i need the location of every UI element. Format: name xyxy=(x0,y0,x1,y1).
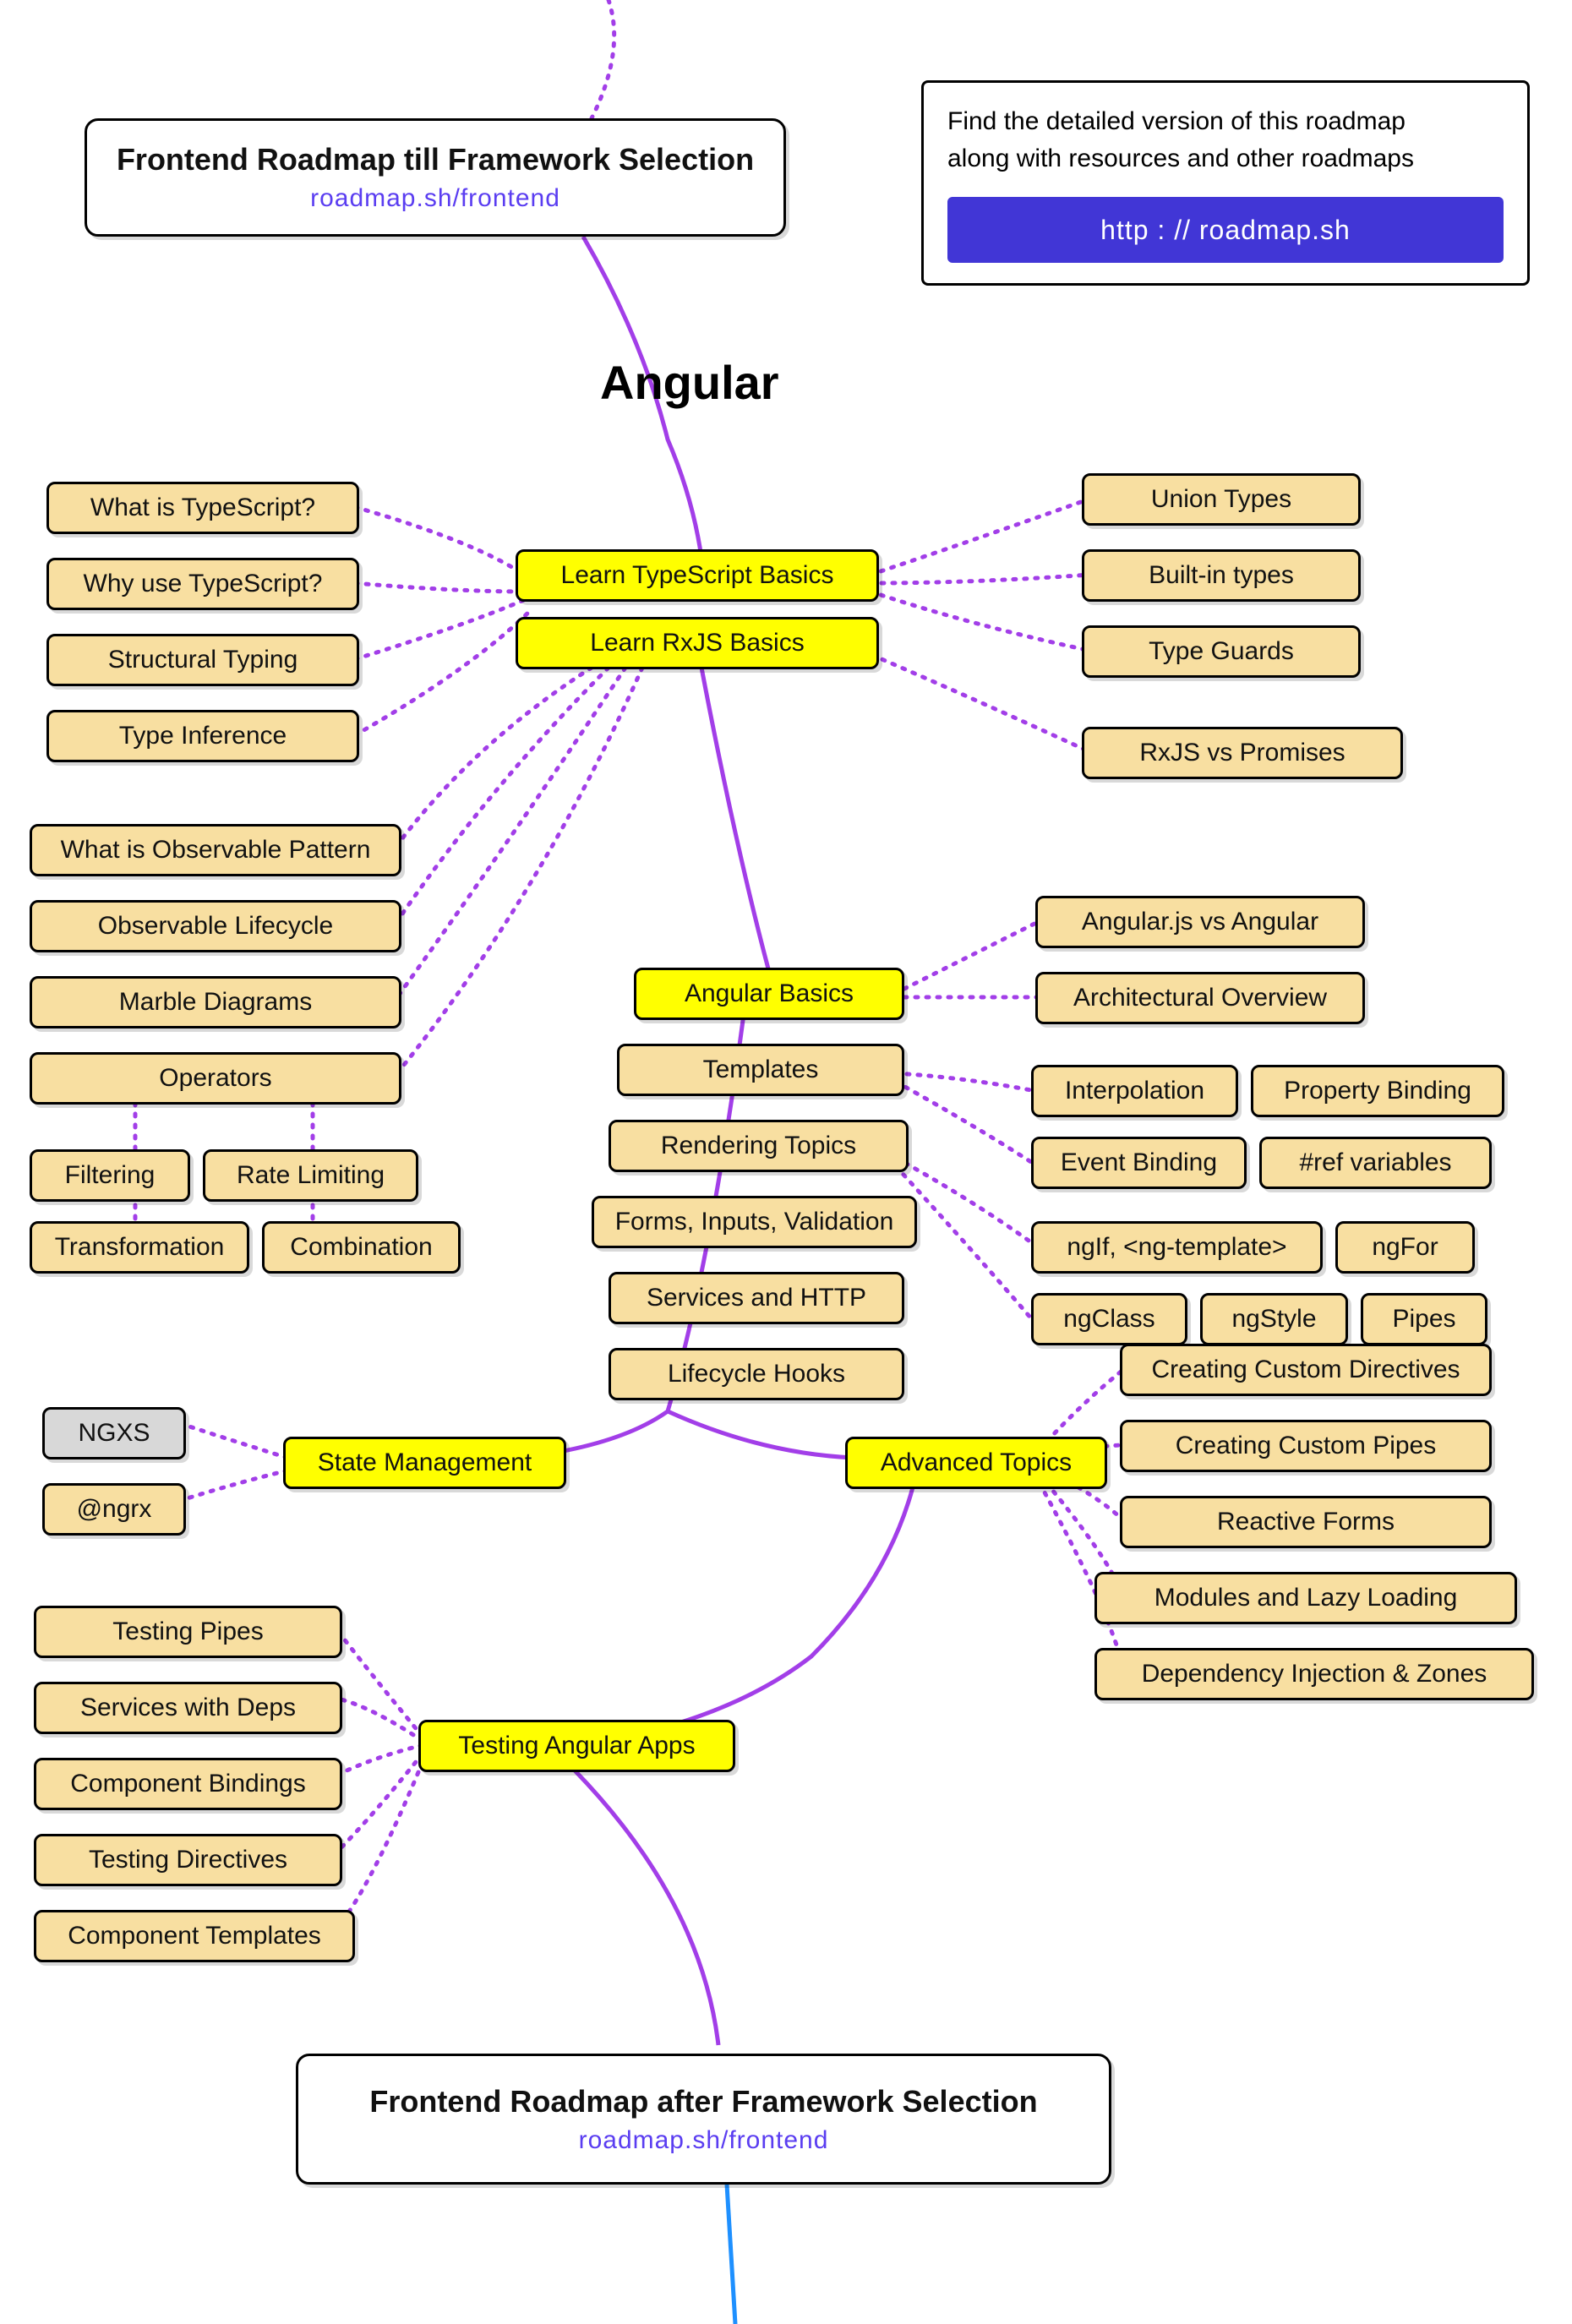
node-ts-what[interactable]: What is TypeScript? xyxy=(46,482,359,534)
node-builtin-types[interactable]: Built-in types xyxy=(1082,549,1361,602)
node-services-http[interactable]: Services and HTTP xyxy=(609,1272,904,1324)
info-line1: Find the detailed version of this roadma… xyxy=(947,103,1504,140)
node-ngxs[interactable]: NGXS xyxy=(42,1407,186,1459)
node-op-filtering[interactable]: Filtering xyxy=(30,1149,190,1202)
top-card-title: Frontend Roadmap till Framework Selectio… xyxy=(117,142,754,177)
node-angular-basics[interactable]: Angular Basics xyxy=(634,968,904,1020)
node-rxjs-basics[interactable]: Learn RxJS Basics xyxy=(516,617,879,669)
node-op-combination[interactable]: Combination xyxy=(262,1221,461,1274)
node-tpl-propbind[interactable]: Property Binding xyxy=(1251,1065,1504,1117)
bottom-link-card[interactable]: Frontend Roadmap after Framework Selecti… xyxy=(296,2054,1111,2185)
node-adv-di-zones[interactable]: Dependency Injection & Zones xyxy=(1094,1648,1534,1700)
node-rendering[interactable]: Rendering Topics xyxy=(609,1120,909,1172)
node-rend-ngstyle[interactable]: ngStyle xyxy=(1200,1293,1348,1345)
page-heading: Angular xyxy=(600,355,779,410)
node-ajs-vs-angular[interactable]: Angular.js vs Angular xyxy=(1035,896,1365,948)
node-type-guards[interactable]: Type Guards xyxy=(1082,625,1361,678)
node-adv-directives[interactable]: Creating Custom Directives xyxy=(1120,1344,1492,1396)
node-adv-reactive-forms[interactable]: Reactive Forms xyxy=(1120,1496,1492,1548)
node-testing-apps[interactable]: Testing Angular Apps xyxy=(418,1720,735,1772)
node-test-services[interactable]: Services with Deps xyxy=(34,1682,342,1734)
node-ts-inference[interactable]: Type Inference xyxy=(46,710,359,762)
node-ngrx[interactable]: @ngrx xyxy=(42,1483,186,1536)
node-rend-ngfor[interactable]: ngFor xyxy=(1335,1221,1475,1274)
node-lifecycle-hooks[interactable]: Lifecycle Hooks xyxy=(609,1348,904,1400)
node-rend-ngclass[interactable]: ngClass xyxy=(1031,1293,1187,1345)
node-arch-overview[interactable]: Architectural Overview xyxy=(1035,972,1365,1024)
node-forms[interactable]: Forms, Inputs, Validation xyxy=(592,1196,917,1248)
node-rend-ngif[interactable]: ngIf, <ng-template> xyxy=(1031,1221,1323,1274)
node-test-pipes[interactable]: Testing Pipes xyxy=(34,1606,342,1658)
node-operators[interactable]: Operators xyxy=(30,1052,401,1105)
info-box: Find the detailed version of this roadma… xyxy=(921,80,1530,286)
node-op-transform[interactable]: Transformation xyxy=(30,1221,249,1274)
info-line2: along with resources and other roadmaps xyxy=(947,140,1504,177)
node-tpl-refvars[interactable]: #ref variables xyxy=(1259,1137,1492,1189)
info-cta-button[interactable]: http : // roadmap.sh xyxy=(947,197,1504,263)
node-ts-basics[interactable]: Learn TypeScript Basics xyxy=(516,549,879,602)
node-ts-structural[interactable]: Structural Typing xyxy=(46,634,359,686)
node-state-mgmt[interactable]: State Management xyxy=(283,1437,566,1489)
node-test-directives[interactable]: Testing Directives xyxy=(34,1834,342,1886)
node-ts-why[interactable]: Why use TypeScript? xyxy=(46,558,359,610)
top-link-card[interactable]: Frontend Roadmap till Framework Selectio… xyxy=(85,118,786,237)
node-templates[interactable]: Templates xyxy=(617,1044,904,1096)
node-test-templates[interactable]: Component Templates xyxy=(34,1910,355,1962)
node-test-bindings[interactable]: Component Bindings xyxy=(34,1758,342,1810)
node-tpl-interpolation[interactable]: Interpolation xyxy=(1031,1065,1238,1117)
bottom-card-link[interactable]: roadmap.sh/frontend xyxy=(579,2126,829,2155)
node-rend-pipes[interactable]: Pipes xyxy=(1361,1293,1487,1345)
node-rxjs-vs-promises[interactable]: RxJS vs Promises xyxy=(1082,727,1403,779)
node-observable-lifecycle[interactable]: Observable Lifecycle xyxy=(30,900,401,952)
node-advanced-topics[interactable]: Advanced Topics xyxy=(845,1437,1107,1489)
node-adv-pipes[interactable]: Creating Custom Pipes xyxy=(1120,1420,1492,1472)
bottom-card-title: Frontend Roadmap after Framework Selecti… xyxy=(369,2084,1037,2119)
node-marble-diagrams[interactable]: Marble Diagrams xyxy=(30,976,401,1028)
top-card-link[interactable]: roadmap.sh/frontend xyxy=(310,184,560,213)
node-union-types[interactable]: Union Types xyxy=(1082,473,1361,526)
node-adv-lazy-loading[interactable]: Modules and Lazy Loading xyxy=(1094,1572,1517,1624)
node-observable-pattern[interactable]: What is Observable Pattern xyxy=(30,824,401,876)
node-op-ratelimit[interactable]: Rate Limiting xyxy=(203,1149,418,1202)
node-tpl-eventbind[interactable]: Event Binding xyxy=(1031,1137,1247,1189)
